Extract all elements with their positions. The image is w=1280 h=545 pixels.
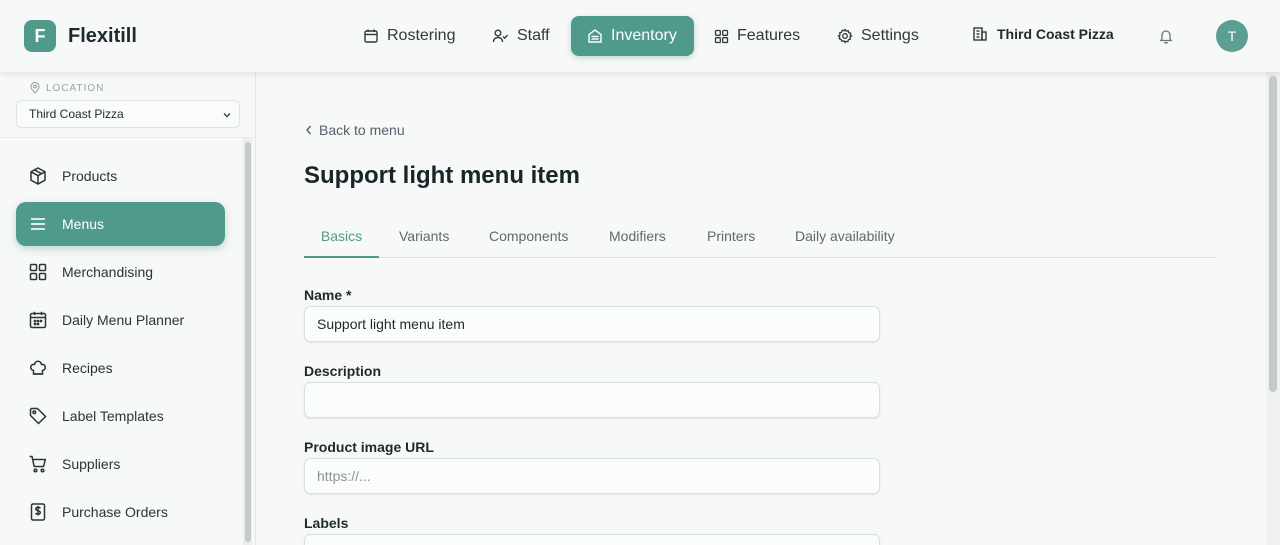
nav-settings-label: Settings xyxy=(861,27,919,44)
chevron-down-icon xyxy=(223,113,231,118)
nav-staff[interactable]: Staff xyxy=(476,16,566,56)
sidebar-item-products[interactable]: Products xyxy=(16,154,225,198)
box-icon xyxy=(30,167,46,185)
labels-label: Labels xyxy=(304,515,349,531)
location-switcher[interactable]: Third Coast Pizza xyxy=(972,26,1114,42)
sidebar-item-suppliers[interactable]: Suppliers xyxy=(16,442,225,486)
sidebar-item-label: Daily Menu Planner xyxy=(62,312,185,328)
location-label: LOCATION xyxy=(30,82,104,94)
main-content: Back to menu Support light menu item Bas… xyxy=(256,72,1266,545)
tab-variants[interactable]: Variants xyxy=(399,228,449,258)
bell-icon xyxy=(1159,30,1173,44)
sidebar-divider xyxy=(0,137,256,138)
description-field[interactable] xyxy=(304,382,880,418)
main-scrollbar-thumb[interactable] xyxy=(1269,76,1277,392)
nav-features-label: Features xyxy=(737,27,801,44)
location-select-value: Third Coast Pizza xyxy=(29,107,124,121)
grid-icon xyxy=(29,263,47,281)
tab-bar: Basics Variants Components Modifiers Pri… xyxy=(304,222,1217,258)
app-logo: F xyxy=(24,20,56,52)
cart-icon xyxy=(29,455,47,473)
inventory-icon xyxy=(588,29,602,43)
nav-rostering[interactable]: Rostering xyxy=(347,16,471,56)
nav-inventory-label: Inventory xyxy=(611,27,677,44)
sidebar-item-label: Recipes xyxy=(62,360,113,376)
sidebar-item-purchase-orders[interactable]: Purchase Orders xyxy=(16,490,225,534)
chef-hat-icon xyxy=(30,360,46,375)
receipt-dollar-icon xyxy=(30,503,46,521)
calendar-icon xyxy=(29,311,47,329)
sidebar-item-recipes[interactable]: Recipes xyxy=(16,346,225,390)
location-switcher-label: Third Coast Pizza xyxy=(997,26,1114,42)
tab-basics[interactable]: Basics xyxy=(304,228,379,258)
location-select[interactable]: Third Coast Pizza xyxy=(16,100,240,128)
sidebar-item-menus[interactable]: Menus xyxy=(16,202,225,246)
avatar[interactable]: T xyxy=(1216,20,1248,52)
product-image-url-label: Product image URL xyxy=(304,439,434,455)
name-label: Name * xyxy=(304,287,352,303)
product-image-url-field[interactable]: https://... xyxy=(304,458,880,494)
location-label-text: LOCATION xyxy=(46,82,105,94)
tab-daily-availability[interactable]: Daily availability xyxy=(795,228,895,258)
gear-icon xyxy=(837,28,853,44)
sidebar-item-label: Suppliers xyxy=(62,456,121,472)
page-title: Support light menu item xyxy=(304,162,580,189)
brand[interactable]: F Flexitill xyxy=(24,20,137,52)
sidebar-item-daily-menu-planner[interactable]: Daily Menu Planner xyxy=(16,298,225,342)
tab-components[interactable]: Components xyxy=(489,228,568,258)
sidebar-item-label: Purchase Orders xyxy=(62,504,168,520)
menu-lines-icon xyxy=(31,218,45,230)
nav-rostering-label: Rostering xyxy=(387,27,456,44)
calendar-icon xyxy=(364,29,378,43)
sidebar-item-label: Products xyxy=(62,168,118,184)
name-field[interactable]: Support light menu item xyxy=(304,306,880,342)
nav-staff-label: Staff xyxy=(517,27,550,44)
nav-features[interactable]: Features xyxy=(698,16,816,56)
chevron-left-icon xyxy=(306,125,312,135)
tab-printers[interactable]: Printers xyxy=(707,228,755,258)
back-to-menu-link[interactable]: Back to menu xyxy=(304,122,405,138)
sidebar: LOCATION Third Coast Pizza Products Menu… xyxy=(0,72,256,545)
sidebar-item-label-templates[interactable]: Label Templates xyxy=(16,394,225,438)
users-icon xyxy=(492,29,509,43)
back-to-menu-label: Back to menu xyxy=(319,122,405,138)
grid-icon xyxy=(714,29,729,43)
sidebar-item-label: Label Templates xyxy=(62,408,164,424)
notifications-button[interactable] xyxy=(1158,28,1174,49)
nav-settings[interactable]: Settings xyxy=(821,16,935,56)
sidebar-item-merchandising[interactable]: Merchandising xyxy=(16,250,225,294)
tag-icon xyxy=(29,407,47,425)
tab-modifiers[interactable]: Modifiers xyxy=(609,228,666,258)
sidebar-item-label: Menus xyxy=(62,216,105,232)
description-label: Description xyxy=(304,363,382,379)
map-pin-icon xyxy=(30,82,40,94)
labels-field[interactable] xyxy=(304,534,880,545)
building-icon xyxy=(973,27,987,41)
sidebar-scrollbar-thumb[interactable] xyxy=(245,142,251,542)
nav-inventory[interactable]: Inventory xyxy=(571,16,694,56)
sidebar-item-label: Merchandising xyxy=(62,264,154,280)
app-name: Flexitill xyxy=(68,24,137,47)
top-bar: F Flexitill Rostering Staff Inventory Fe… xyxy=(0,0,1280,72)
